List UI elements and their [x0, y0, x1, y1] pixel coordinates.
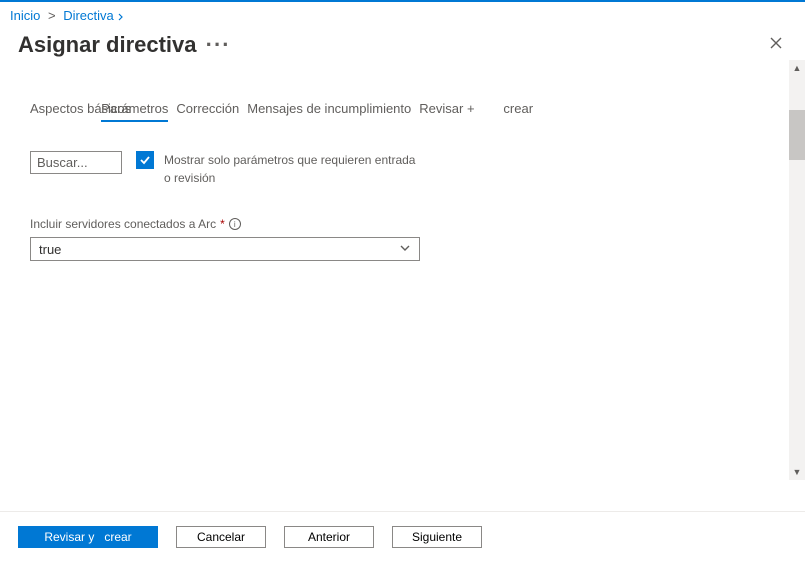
footer-buttons: Revisar y crear Cancelar Anterior Siguie…	[0, 511, 805, 562]
tab-remediation[interactable]: Corrección	[176, 101, 239, 116]
previous-button[interactable]: Anterior	[284, 526, 374, 548]
close-button[interactable]	[765, 30, 787, 59]
dropdown-value: true	[39, 242, 61, 257]
vertical-scrollbar[interactable]: ▲ ▼	[789, 60, 805, 480]
content-area: Aspectos básicos Parámetros Corrección M…	[0, 71, 805, 471]
filter-checkbox-wrap: Mostrar solo parámetros que requieren en…	[136, 151, 424, 187]
cancel-button[interactable]: Cancelar	[176, 526, 266, 548]
page-header: Asignar directiva ···	[0, 26, 805, 71]
arc-servers-dropdown[interactable]: true	[30, 237, 420, 261]
next-button[interactable]: Siguiente	[392, 526, 482, 548]
breadcrumb-separator: >	[48, 8, 56, 23]
info-icon[interactable]: i	[229, 218, 241, 230]
search-input[interactable]	[30, 151, 122, 174]
check-icon	[139, 154, 151, 166]
tab-review-create[interactable]: Revisar + crear	[419, 101, 533, 116]
tabs: Aspectos básicos Parámetros Corrección M…	[30, 101, 775, 116]
chevron-down-icon	[399, 242, 411, 257]
tab-noncompliance[interactable]: Mensajes de incumplimiento	[247, 101, 411, 116]
close-icon	[769, 36, 783, 50]
tab-parameters[interactable]: Parámetros	[101, 101, 168, 116]
scroll-up-arrow-icon[interactable]: ▲	[789, 60, 805, 76]
scroll-down-arrow-icon[interactable]: ▼	[789, 464, 805, 480]
ellipsis-icon: ···	[199, 32, 231, 57]
arc-servers-label: Incluir servidores conectados a Arc * i	[30, 217, 775, 231]
scrollbar-thumb[interactable]	[789, 110, 805, 160]
filter-checkbox-label: Mostrar solo parámetros que requieren en…	[164, 151, 424, 187]
search-and-filter-row: Mostrar solo parámetros que requieren en…	[30, 151, 775, 187]
breadcrumb-home[interactable]: Inicio	[10, 8, 40, 23]
breadcrumb: Inicio > Directiva	[0, 2, 805, 26]
page-title: Asignar directiva ···	[18, 32, 231, 58]
review-create-button[interactable]: Revisar y crear	[18, 526, 158, 548]
breadcrumb-policy[interactable]: Directiva	[63, 8, 114, 23]
filter-checkbox[interactable]	[136, 151, 154, 169]
required-indicator: *	[220, 217, 225, 231]
chevron-right-icon	[117, 9, 125, 24]
